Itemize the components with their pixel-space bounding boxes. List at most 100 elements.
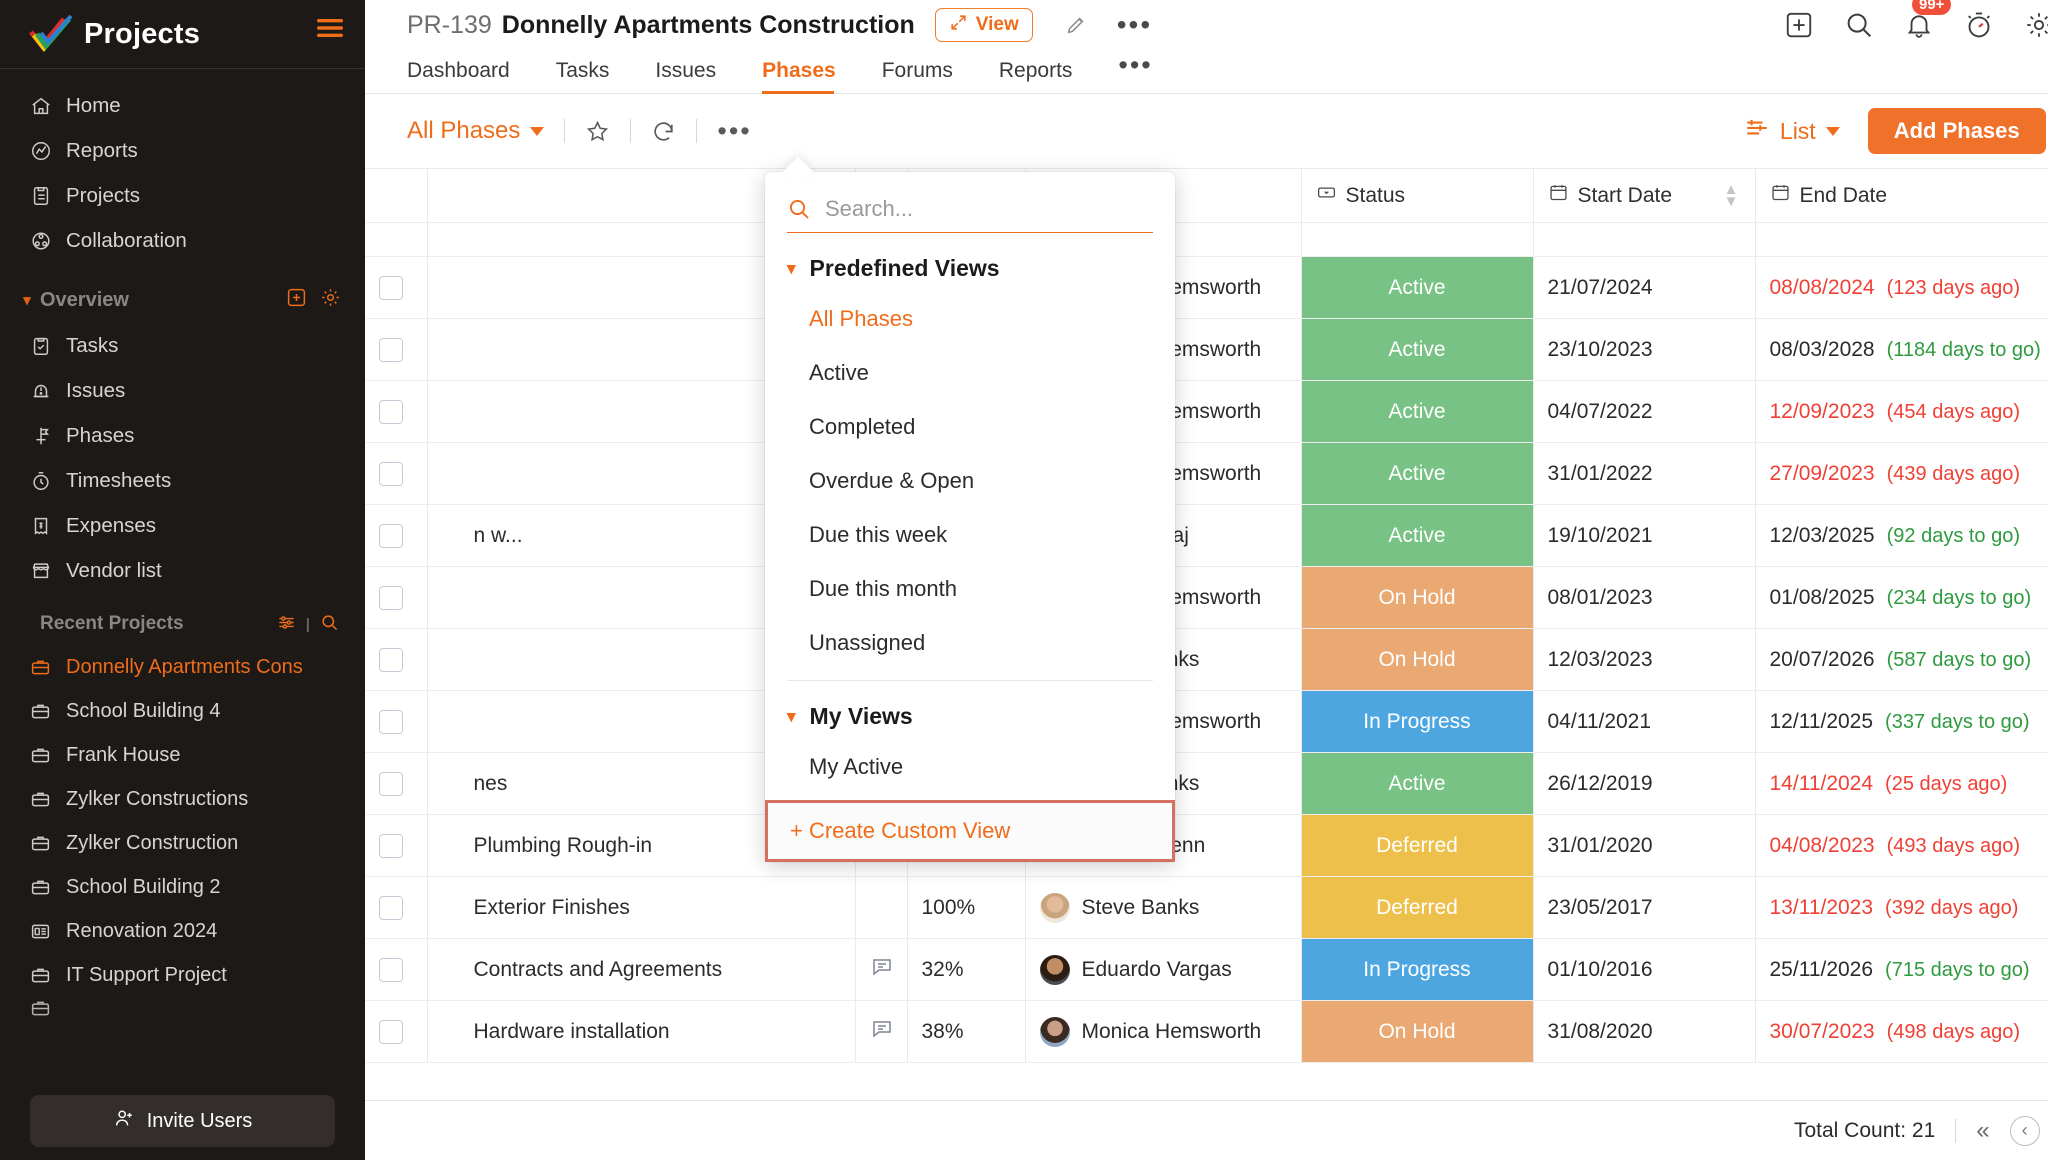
header-status[interactable]: Status	[1301, 168, 1534, 223]
row-checkbox-cell[interactable]	[365, 442, 428, 505]
dropdown-group-predefined-views[interactable]: ▾ Predefined Views	[765, 233, 1175, 292]
status-badge[interactable]: Active	[1301, 504, 1534, 567]
end-date-cell[interactable]: 12/09/2023 (454 days ago)	[1755, 380, 2048, 443]
sidebar-item-issues[interactable]: Issues	[0, 368, 365, 413]
sidebar-item-phases[interactable]: Phases	[0, 413, 365, 458]
list-view-selector[interactable]: List	[1744, 115, 1840, 147]
start-date-cell[interactable]: 04/11/2021	[1533, 690, 1756, 753]
row-checkbox[interactable]	[379, 647, 403, 672]
status-badge[interactable]: Active	[1301, 318, 1534, 381]
row-checkbox-cell[interactable]	[365, 318, 428, 381]
end-date-cell[interactable]: 01/08/2025 (234 days to go)	[1755, 566, 2048, 629]
start-date-cell[interactable]: 23/10/2023	[1533, 318, 1756, 381]
row-checkbox-cell[interactable]	[365, 628, 428, 691]
edit-pencil-icon[interactable]	[1065, 14, 1087, 36]
view-selector-button[interactable]: All Phases	[407, 117, 545, 145]
end-date-cell[interactable]: 25/11/2026 (715 days to go)	[1755, 938, 2048, 1001]
row-checkbox-cell[interactable]	[365, 752, 428, 815]
end-date-cell[interactable]: 12/11/2025 (337 days to go)	[1755, 690, 2048, 753]
start-date-cell[interactable]: 31/08/2020	[1533, 1000, 1756, 1063]
row-checkbox[interactable]	[379, 461, 403, 486]
gear-icon[interactable]	[2024, 10, 2048, 40]
status-badge[interactable]: Active	[1301, 380, 1534, 443]
header-start-date[interactable]: Start Date ▲ ▼	[1533, 168, 1756, 223]
create-custom-view-button[interactable]: + Create Custom View	[765, 800, 1175, 862]
view-more-options-button[interactable]: •••	[717, 117, 751, 145]
status-badge[interactable]: In Progress	[1301, 690, 1534, 753]
owner-cell[interactable]: Eduardo Vargas	[1025, 938, 1302, 1001]
sidebar-group-overview[interactable]: ▾ Overview	[0, 277, 365, 323]
sidebar-project-zylker-construction[interactable]: Zylker Construction	[0, 821, 365, 865]
tab-phases[interactable]: Phases	[762, 59, 858, 94]
comment-icon[interactable]	[870, 958, 894, 984]
table-row[interactable]: Exterior Finishes 100% Steve Banks Deferred…	[365, 876, 2048, 939]
status-badge[interactable]: On Hold	[1301, 1000, 1534, 1063]
sidebar-project-donnelly-apartments-cons[interactable]: Donnelly Apartments Cons	[0, 645, 365, 689]
row-checkbox-cell[interactable]	[365, 938, 428, 1001]
start-date-cell[interactable]: 31/01/2020	[1533, 814, 1756, 877]
row-checkbox-cell[interactable]	[365, 380, 428, 443]
row-checkbox[interactable]	[379, 1019, 403, 1044]
table-row[interactable]: Plumbing Rough-in55%Lin Lin BrennDeferre…	[365, 814, 2048, 877]
status-badge[interactable]: Deferred	[1301, 876, 1534, 939]
row-checkbox[interactable]	[379, 771, 403, 796]
sidebar-project-renovation-2024[interactable]: Renovation 2024	[0, 909, 365, 953]
dropdown-item-unassigned[interactable]: Unassigned	[765, 616, 1175, 670]
tab-issues[interactable]: Issues	[655, 59, 738, 94]
tabs-more-button[interactable]: •••	[1118, 50, 1174, 94]
dropdown-item-my-active[interactable]: My Active	[765, 740, 1175, 794]
sort-icon[interactable]: ▲ ▼	[1724, 182, 1739, 209]
owner-cell[interactable]: Monica Hemsworth	[1025, 1000, 1302, 1063]
sidebar-item-collaboration[interactable]: Collaboration	[0, 218, 365, 263]
start-date-cell[interactable]: 08/01/2023	[1533, 566, 1756, 629]
add-new-icon[interactable]	[1784, 10, 1814, 40]
tab-reports[interactable]: Reports	[999, 59, 1095, 94]
start-date-cell[interactable]: 23/05/2017	[1533, 876, 1756, 939]
row-checkbox[interactable]	[379, 957, 403, 982]
table-row[interactable]: Hardware installation 38% Monica Hemsworth…	[365, 1000, 2048, 1063]
phase-name-cell[interactable]: Hardware installation	[427, 1000, 856, 1063]
tab-tasks[interactable]: Tasks	[556, 59, 632, 94]
start-date-cell[interactable]: 01/10/2016	[1533, 938, 1756, 1001]
row-checkbox[interactable]	[379, 585, 403, 610]
start-date-cell[interactable]: 19/10/2021	[1533, 504, 1756, 567]
start-date-cell[interactable]: 31/01/2022	[1533, 442, 1756, 505]
header-end-date[interactable]: End Date	[1755, 168, 2048, 223]
add-phases-button[interactable]: Add Phases	[1867, 108, 2046, 154]
table-row[interactable]: 35%Monica HemsworthOn Hold08/01/202301/0…	[365, 566, 2048, 629]
tab-forums[interactable]: Forums	[882, 59, 975, 94]
favorite-star-icon[interactable]	[585, 119, 610, 144]
sidebar-project-frank-house[interactable]: Frank House	[0, 733, 365, 777]
notifications-icon[interactable]: 99+	[1904, 0, 1952, 40]
end-date-cell[interactable]: 08/03/2028 (1184 days to go)	[1755, 318, 2048, 381]
owner-cell[interactable]: Steve Banks	[1025, 876, 1302, 939]
table-row[interactable]: 0%Monica HemsworthActive31/01/202227/09/…	[365, 442, 2048, 505]
dropdown-item-active[interactable]: Active	[765, 346, 1175, 400]
status-badge[interactable]: Deferred	[1301, 814, 1534, 877]
row-checkbox-cell[interactable]	[365, 566, 428, 629]
row-checkbox-cell[interactable]	[365, 504, 428, 567]
end-date-cell[interactable]: 04/08/2023 (493 days ago)	[1755, 814, 2048, 877]
table-row[interactable]: nes50%Steve BanksActive26/12/201914/11/2…	[365, 752, 2048, 815]
start-date-cell[interactable]: 04/07/2022	[1533, 380, 1756, 443]
gear-icon[interactable]	[320, 287, 341, 314]
end-date-cell[interactable]: 12/03/2025 (92 days to go)	[1755, 504, 2048, 567]
table-row[interactable]: 45%Steve BanksOn Hold12/03/202320/07/202…	[365, 628, 2048, 691]
dropdown-item-due-this-week[interactable]: Due this week	[765, 508, 1175, 562]
end-date-cell[interactable]: 13/11/2023 (392 days ago)	[1755, 876, 2048, 939]
percent-cell[interactable]: 100%	[907, 876, 1026, 939]
invite-users-button[interactable]: Invite Users	[30, 1095, 335, 1147]
row-checkbox[interactable]	[379, 895, 403, 920]
add-module-icon[interactable]	[286, 287, 307, 314]
sidebar-project-school-building-2[interactable]: School Building 2	[0, 865, 365, 909]
header-select-all[interactable]	[365, 168, 428, 223]
row-checkbox-cell[interactable]	[365, 690, 428, 753]
row-checkbox[interactable]	[379, 709, 403, 734]
sidebar-item-reports[interactable]: Reports	[0, 128, 365, 173]
table-row[interactable]: 27%Monica HemsworthActive23/10/202308/03…	[365, 318, 2048, 381]
status-badge[interactable]: Active	[1301, 442, 1534, 505]
dropdown-item-completed[interactable]: Completed	[765, 400, 1175, 454]
table-row[interactable]: n w...50%Kavitha RajActive19/10/202112/0…	[365, 504, 2048, 567]
sidebar-project-zylker-constructions[interactable]: Zylker Constructions	[0, 777, 365, 821]
end-date-cell[interactable]: 14/11/2024 (25 days ago)	[1755, 752, 2048, 815]
